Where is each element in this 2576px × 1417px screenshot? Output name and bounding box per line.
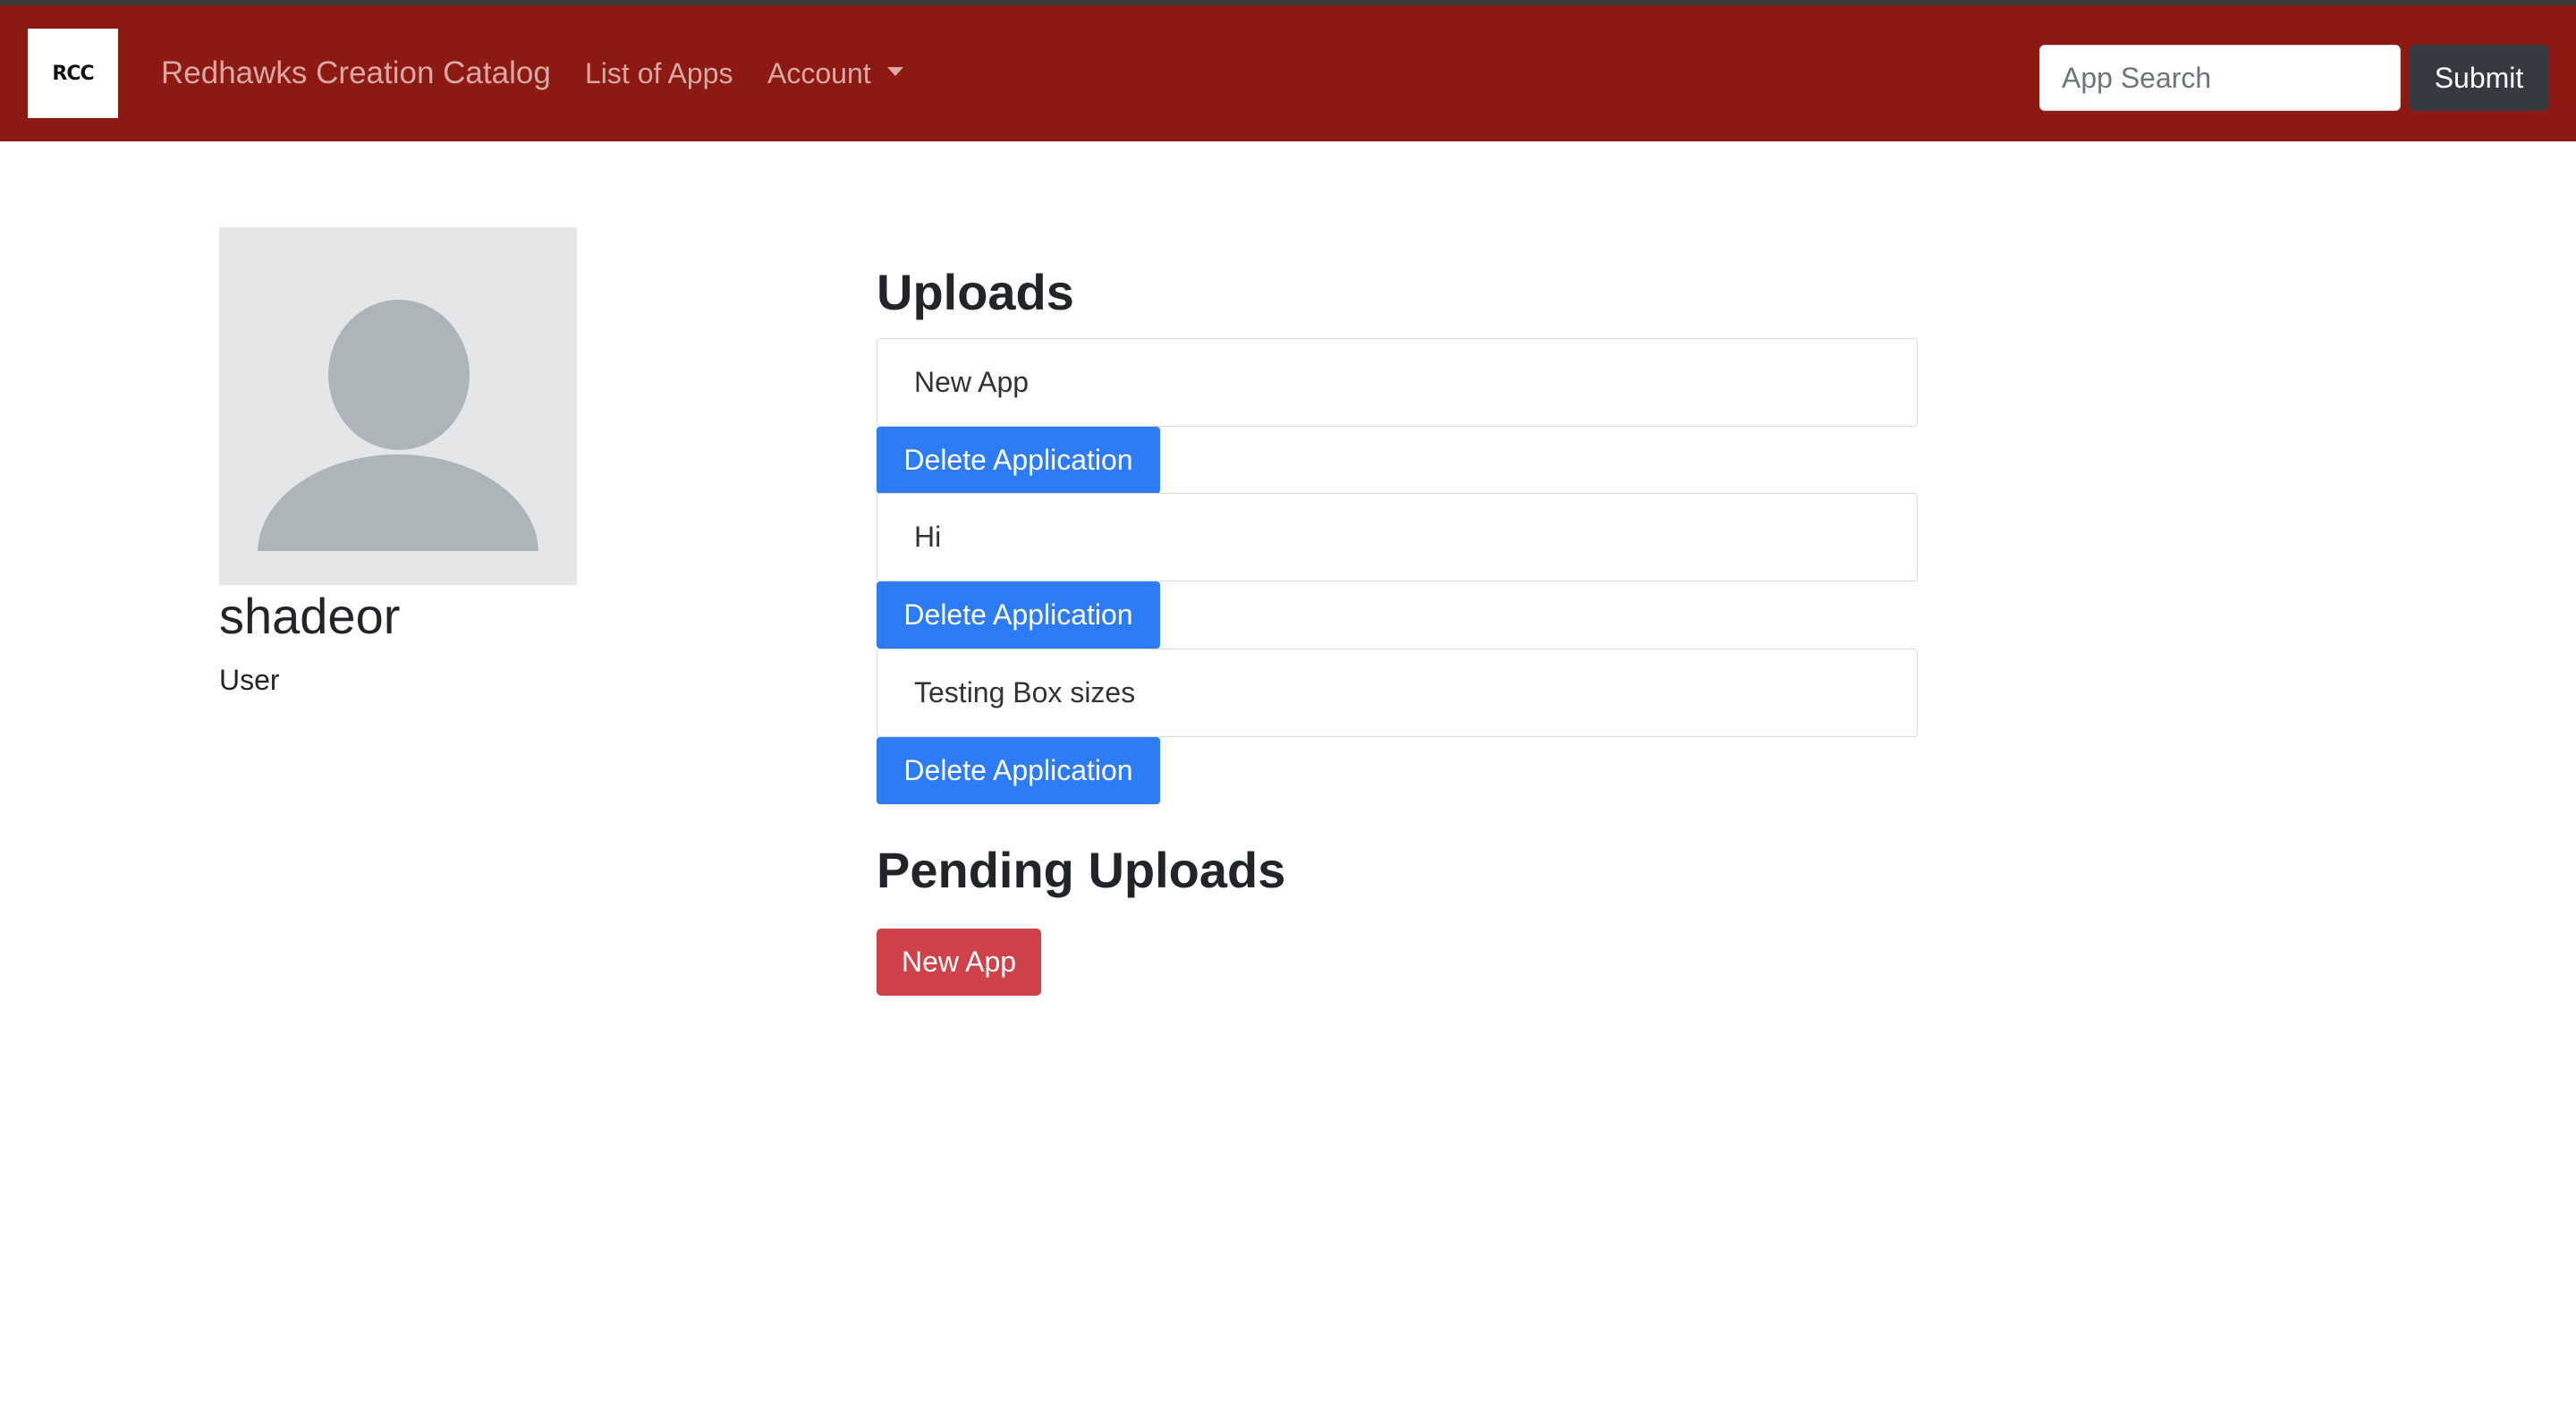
upload-item: Testing Box sizes xyxy=(877,649,1918,737)
avatar-bottom-fill xyxy=(219,551,577,585)
pending-upload-button[interactable]: New App xyxy=(877,929,1041,996)
chevron-down-icon xyxy=(886,67,903,76)
upload-item-name: New App xyxy=(914,366,1030,398)
pending-uploads-heading: Pending Uploads xyxy=(877,842,1286,898)
profile-username: shadeor xyxy=(219,588,401,644)
upload-item-name: Testing Box sizes xyxy=(914,676,1136,708)
app-search-input[interactable] xyxy=(2039,45,2401,111)
profile-role: User xyxy=(219,664,280,696)
top-navbar: RCC Redhawks Creation Catalog List of Ap… xyxy=(0,5,2576,141)
brand-title-link[interactable]: Redhawks Creation Catalog xyxy=(161,55,551,91)
search-submit-button[interactable]: Submit xyxy=(2410,45,2548,111)
avatar-head-shape xyxy=(328,300,470,450)
nav-account-label: Account xyxy=(767,57,871,89)
delete-application-button[interactable]: Delete Application xyxy=(877,427,1160,494)
upload-item: Hi xyxy=(877,493,1918,581)
brand-logo[interactable]: RCC xyxy=(28,29,118,118)
delete-application-button[interactable]: Delete Application xyxy=(877,581,1160,649)
upload-item-name: Hi xyxy=(914,521,942,553)
upload-item: New App xyxy=(877,338,1918,427)
nav-account-dropdown[interactable]: Account xyxy=(767,55,903,91)
avatar xyxy=(219,227,577,585)
nav-list-of-apps[interactable]: List of Apps xyxy=(585,55,733,91)
uploads-heading: Uploads xyxy=(877,264,1074,320)
delete-application-button[interactable]: Delete Application xyxy=(877,737,1160,804)
